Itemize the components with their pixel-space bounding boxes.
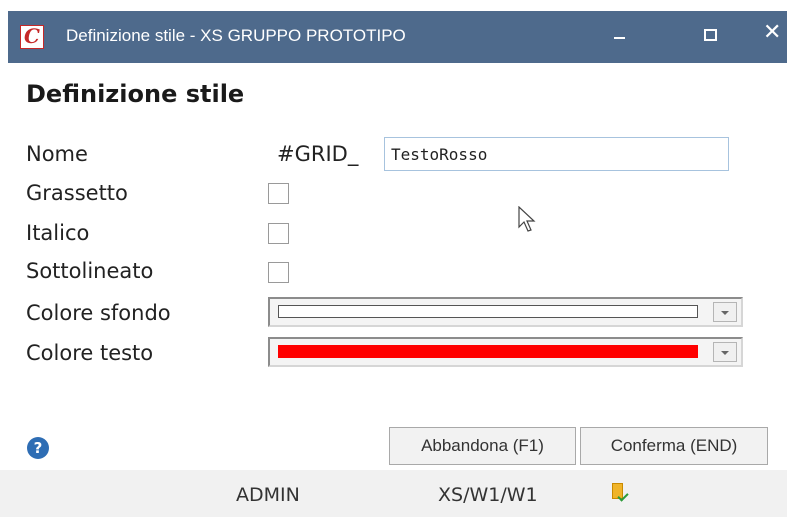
app-logo-icon: C: [20, 24, 44, 49]
close-icon: ✕: [763, 20, 782, 45]
help-icon[interactable]: ?: [27, 437, 49, 459]
grassetto-label: Grassetto: [26, 181, 128, 205]
colore-testo-swatch: [278, 345, 698, 358]
colore-sfondo-swatch: [278, 305, 698, 318]
maximize-button[interactable]: [680, 11, 740, 63]
status-bar: ADMIN XS/W1/W1: [0, 470, 787, 517]
status-path: XS/W1/W1: [438, 484, 538, 506]
window-titlebar[interactable]: C Definizione stile - XS GRUPPO PROTOTIP…: [8, 11, 787, 63]
sottolineato-label: Sottolineato: [26, 259, 154, 283]
nome-prefix: #GRID_: [277, 142, 359, 166]
italico-checkbox[interactable]: [268, 223, 289, 244]
conferma-button[interactable]: Conferma (END): [580, 427, 768, 465]
colore-testo-label: Colore testo: [26, 341, 154, 365]
minimize-button[interactable]: [593, 11, 653, 63]
maximize-icon: [704, 29, 717, 41]
close-button[interactable]: ✕: [753, 11, 787, 63]
mouse-pointer-icon: [518, 206, 536, 232]
nome-label: Nome: [26, 142, 88, 166]
window-title: Definizione stile - XS GRUPPO PROTOTIPO: [66, 26, 406, 45]
nome-input[interactable]: [384, 137, 729, 171]
minimize-icon: [614, 37, 625, 39]
colore-testo-select[interactable]: [268, 337, 743, 367]
page-title: Definizione stile: [26, 80, 245, 108]
document-check-icon: [612, 483, 629, 502]
grassetto-checkbox[interactable]: [268, 183, 289, 204]
status-user: ADMIN: [236, 484, 300, 506]
colore-sfondo-label: Colore sfondo: [26, 301, 171, 325]
chevron-down-icon[interactable]: [713, 302, 737, 322]
colore-sfondo-select[interactable]: [268, 297, 743, 327]
chevron-down-icon[interactable]: [713, 342, 737, 362]
sottolineato-checkbox[interactable]: [268, 262, 289, 283]
abbandona-button[interactable]: Abbandona (F1): [389, 427, 576, 465]
italico-label: Italico: [26, 221, 90, 245]
